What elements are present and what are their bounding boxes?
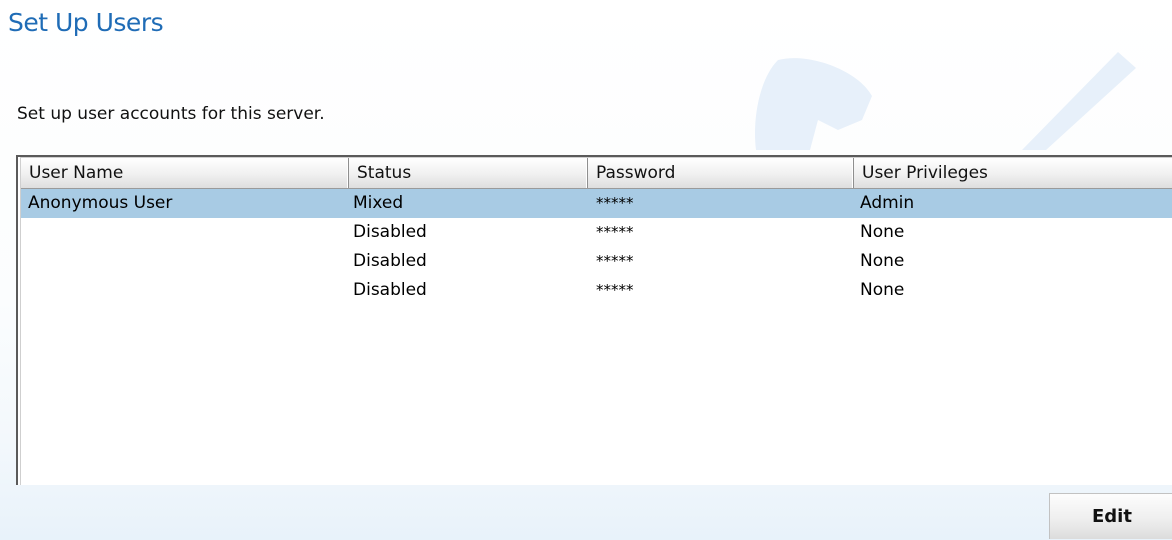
table-row[interactable]: Disabled ***** None [21, 247, 1172, 276]
column-header-user-privileges[interactable]: User Privileges [854, 158, 1172, 188]
cell-password: ***** [596, 194, 634, 212]
cell-user-privileges: Admin [860, 193, 915, 213]
cell-status: Disabled [353, 280, 427, 300]
cell-password: ***** [596, 223, 634, 241]
table-row[interactable]: Disabled ***** None [21, 218, 1172, 247]
cell-status: Disabled [353, 222, 427, 242]
cell-user-name: Anonymous User [28, 193, 173, 213]
users-table: User Name Status Password User Privilege… [16, 155, 1172, 485]
setup-users-page: Set Up Users Set up user accounts for th… [0, 0, 1172, 540]
cell-user-privileges: None [860, 251, 905, 271]
cell-user-privileges: None [860, 222, 905, 242]
cell-password: ***** [596, 281, 634, 299]
page-title: Set Up Users [8, 8, 164, 37]
column-header-status[interactable]: Status [349, 158, 588, 188]
page-description: Set up user accounts for this server. [17, 104, 325, 124]
column-header-password[interactable]: Password [588, 158, 854, 188]
table-row[interactable]: Anonymous User Mixed ***** Admin [21, 189, 1172, 218]
cell-password: ***** [596, 252, 634, 270]
table-row[interactable]: Disabled ***** None [21, 276, 1172, 305]
cell-user-privileges: None [860, 280, 905, 300]
column-header-user-name[interactable]: User Name [21, 158, 349, 188]
edit-button[interactable]: Edit [1049, 493, 1172, 539]
cell-status: Mixed [353, 193, 404, 213]
cell-status: Disabled [353, 251, 427, 271]
table-body: Anonymous User Mixed ***** Admin Disable… [21, 189, 1172, 305]
table-header: User Name Status Password User Privilege… [21, 158, 1172, 189]
